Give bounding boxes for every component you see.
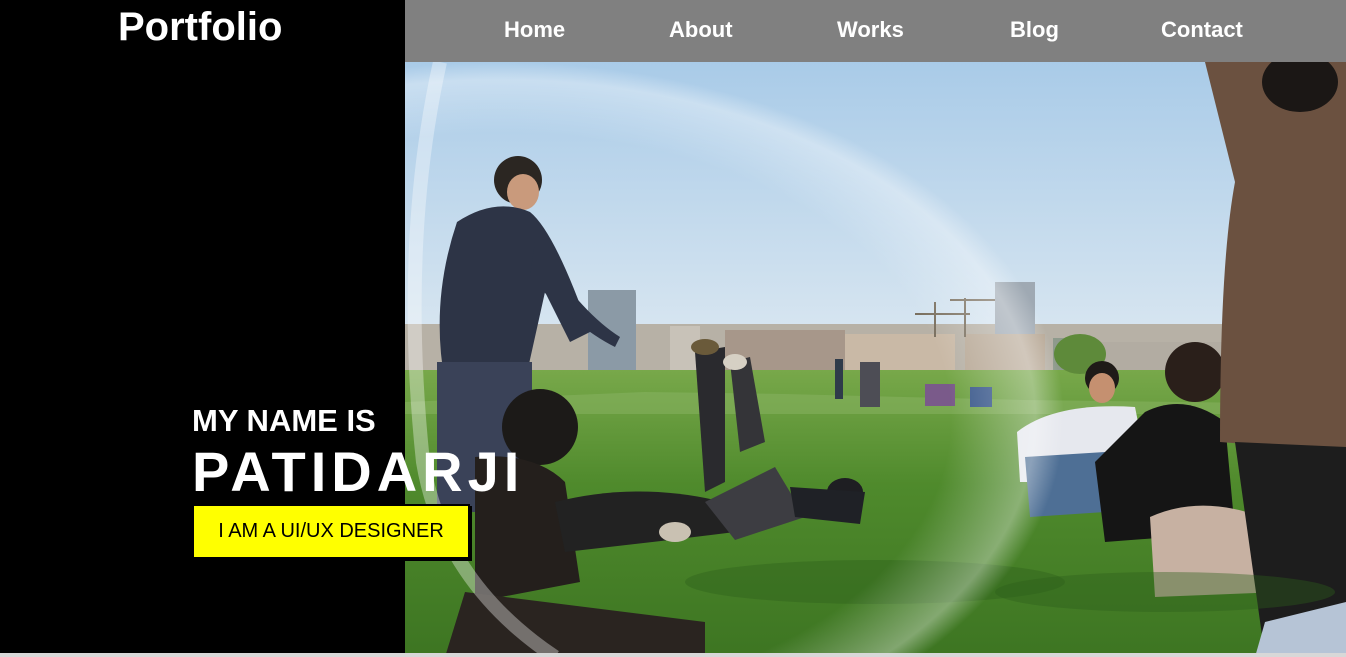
main-navbar: Home About Works Blog Contact xyxy=(405,0,1346,62)
nav-works-link[interactable]: Works xyxy=(837,17,904,43)
role-badge: I AM A UI/UX DESIGNER xyxy=(192,504,470,559)
hero-image xyxy=(405,62,1346,657)
horizontal-scrollbar[interactable] xyxy=(0,653,1346,657)
hero-intro: MY NAME IS PATIDARJI xyxy=(192,403,524,501)
intro-line: MY NAME IS xyxy=(192,403,376,438)
nav-contact-link[interactable]: Contact xyxy=(1161,17,1243,43)
nav-home-link[interactable]: Home xyxy=(504,17,565,43)
nav-about-link[interactable]: About xyxy=(669,17,733,43)
site-logo[interactable]: Portfolio xyxy=(118,4,282,50)
hero-photo-illustration xyxy=(405,62,1346,657)
hero-name: PATIDARJI xyxy=(192,440,525,503)
nav-blog-link[interactable]: Blog xyxy=(1010,17,1059,43)
portfolio-page: Portfolio Home About Works Blog Contact xyxy=(0,0,1346,657)
